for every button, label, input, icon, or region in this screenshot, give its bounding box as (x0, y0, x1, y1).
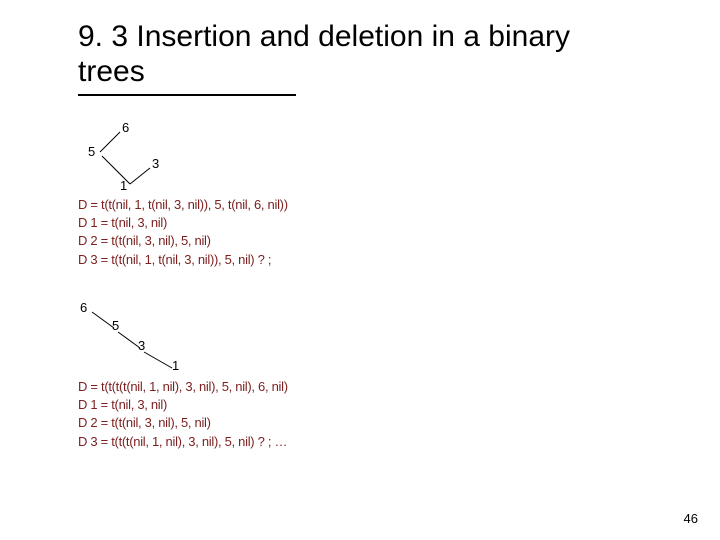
tree2-node-6: 6 (80, 300, 87, 315)
tree-diagram-2: 6 5 3 1 (78, 300, 228, 380)
def2-d1: D 1 = t(nil, 3, nil) (78, 396, 288, 414)
tree1-node-3: 3 (152, 156, 159, 171)
def2-d3: D 3 = t(t(t(nil, 1, nil), 3, nil), 5, ni… (78, 433, 288, 451)
tree-lines-1 (78, 122, 198, 192)
tree2-node-3: 3 (138, 338, 145, 353)
slide-title: 9. 3 Insertion and deletion in a binary … (78, 20, 638, 89)
def2-d: D = t(t(t(t(nil, 1, nil), 3, nil), 5, ni… (78, 378, 288, 396)
tree-diagram-1: 6 5 3 1 (78, 122, 198, 192)
tree-lines-2 (78, 300, 228, 380)
tree1-node-5: 5 (88, 144, 95, 159)
tree2-node-1: 1 (172, 358, 179, 373)
def-d1: D 1 = t(nil, 3, nil) (78, 214, 288, 232)
tree1-node-1: 1 (120, 178, 127, 193)
def-d: D = t(t(nil, 1, t(nil, 3, nil)), 5, t(ni… (78, 196, 288, 214)
def-d3: D 3 = t(t(nil, 1, t(nil, 3, nil)), 5, ni… (78, 251, 288, 269)
tree1-node-6: 6 (122, 120, 129, 135)
title-underline (78, 94, 296, 96)
definitions-block-2: D = t(t(t(t(nil, 1, nil), 3, nil), 5, ni… (78, 378, 288, 451)
tree2-node-5: 5 (112, 318, 119, 333)
definitions-block-1: D = t(t(nil, 1, t(nil, 3, nil)), 5, t(ni… (78, 196, 288, 269)
page-number: 46 (684, 511, 698, 526)
def-d2: D 2 = t(t(nil, 3, nil), 5, nil) (78, 232, 288, 250)
def2-d2: D 2 = t(t(nil, 3, nil), 5, nil) (78, 414, 288, 432)
slide: 9. 3 Insertion and deletion in a binary … (0, 0, 720, 540)
